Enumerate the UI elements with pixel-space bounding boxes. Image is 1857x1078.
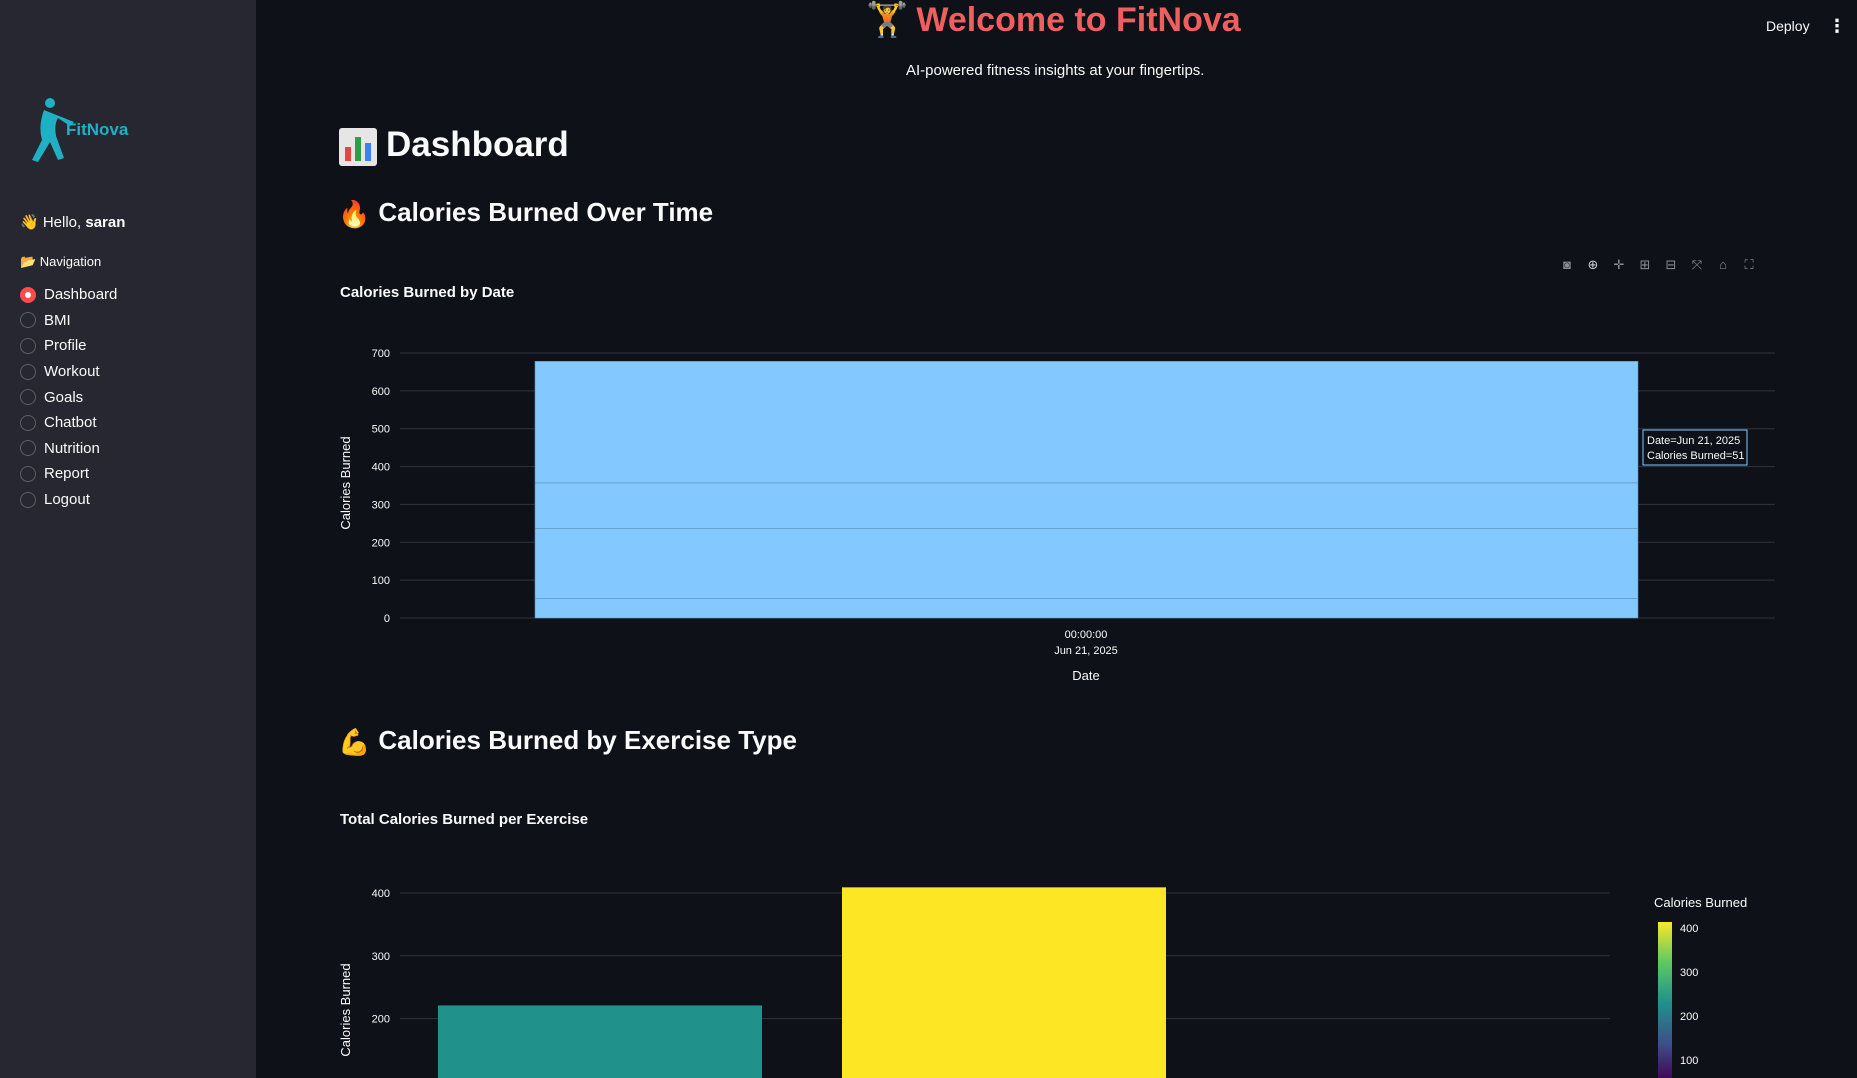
- x-tick-date: Jun 21, 2025: [1054, 645, 1118, 657]
- radio-icon[interactable]: [20, 389, 36, 406]
- bar-segment[interactable]: [534, 361, 1639, 484]
- radio-icon[interactable]: [20, 312, 36, 329]
- nav-item-goals[interactable]: Goals: [20, 384, 117, 410]
- nav-item-label: Workout: [44, 363, 100, 381]
- zoom-icon[interactable]: ⊕: [1584, 256, 1602, 274]
- zoom-out-icon[interactable]: ⊟: [1662, 256, 1680, 274]
- colorbar-tick-label: 300: [1680, 967, 1698, 979]
- radio-icon[interactable]: [20, 363, 36, 380]
- username: saran: [85, 214, 126, 231]
- nav-item-chatbot[interactable]: Chatbot: [20, 410, 117, 436]
- hover-tooltip: Date=Jun 21, 2025 Calories Burned=51: [1642, 429, 1748, 466]
- colorbar-title: Calories Burned: [1654, 895, 1747, 910]
- dashboard-heading-text: Dashboard: [386, 125, 569, 164]
- app-title-text: Welcome to FitNova: [916, 1, 1241, 39]
- exercise-bar[interactable]: [842, 887, 1166, 1078]
- fullscreen-icon[interactable]: ⛶: [1740, 256, 1758, 274]
- nav-item-label: Logout: [44, 491, 90, 509]
- logo-text: FitNova: [66, 120, 129, 139]
- nav-item-label: Profile: [44, 337, 87, 355]
- tagline: AI-powered fitness insights at your fing…: [906, 62, 1205, 79]
- y-tick-label: 0: [384, 613, 390, 625]
- colorbar: [1658, 922, 1672, 1078]
- y-tick-label: 600: [372, 386, 390, 398]
- dashboard-heading: Dashboard: [338, 125, 569, 167]
- nav-item-report[interactable]: Report: [20, 461, 117, 487]
- radio-icon[interactable]: [20, 465, 36, 482]
- greeting: 👋 Hello, saran: [20, 213, 125, 231]
- nav-item-label: Report: [44, 465, 90, 483]
- nav-item-label: Dashboard: [44, 286, 118, 304]
- pan-icon[interactable]: ✛: [1610, 256, 1628, 274]
- colorbar-tick-label: 400: [1680, 923, 1698, 935]
- app-title: 🏋️ Welcome to FitNova: [866, 0, 1241, 40]
- y-tick-label: 400: [372, 888, 390, 900]
- y-tick-label: 400: [372, 462, 390, 474]
- radio-icon[interactable]: [20, 337, 36, 354]
- y-tick-label: 500: [372, 424, 390, 436]
- nav-item-label: Chatbot: [44, 414, 97, 432]
- y-axis-label: Calories Burned: [338, 436, 353, 529]
- nav-radio-group: Dashboard BMI Profile Workout Goals Chat…: [20, 282, 117, 512]
- nav-item-label: Goals: [44, 388, 84, 406]
- colorbar-tick-label: 100: [1680, 1055, 1698, 1067]
- y-tick-label: 300: [372, 951, 390, 963]
- bar-segment[interactable]: [534, 598, 1639, 619]
- bar-chart-icon: [339, 127, 377, 166]
- chart-toolbar: ◙ ⊕ ✛ ⊞ ⊟ ⤧ ⌂ ⛶: [1558, 256, 1758, 274]
- radio-icon[interactable]: [20, 440, 36, 457]
- nav-item-profile[interactable]: Profile: [20, 333, 117, 359]
- nav-item-label: Nutrition: [44, 439, 100, 457]
- weightlifter-icon: 🏋️: [866, 1, 909, 39]
- chart2-title: Total Calories Burned per Exercise: [340, 811, 589, 828]
- y-tick-label: 200: [372, 1014, 390, 1026]
- autoscale-icon[interactable]: ⤧: [1688, 256, 1706, 274]
- exercise-bar[interactable]: [438, 1005, 762, 1078]
- chart2-plot[interactable]: 200 300 400 Calories Burned Calories Burne…: [330, 870, 1770, 1078]
- tooltip-line1: Date=Jun 21, 2025: [1647, 435, 1740, 447]
- chart1-plot[interactable]: 0 100 200 300 400 500 600 700 00:00:00 Jun 21, …: [330, 330, 1790, 690]
- sidebar: FitNova 👋 Hello, saran 📂 Navigation Dash…: [0, 0, 256, 1078]
- chart1-title: Calories Burned by Date: [340, 284, 515, 301]
- colorbar-tick-label: 200: [1680, 1011, 1698, 1023]
- section2-heading: 💪 Calories Burned by Exercise Type: [338, 725, 797, 758]
- y-tick-label: 700: [372, 348, 390, 360]
- fire-icon: 🔥: [338, 198, 371, 229]
- y-tick-label: 200: [372, 537, 390, 549]
- x-tick-time: 00:00:00: [1065, 629, 1108, 641]
- deploy-button[interactable]: Deploy: [1766, 18, 1810, 34]
- greeting-prefix: 👋 Hello,: [20, 214, 86, 231]
- section1-heading: 🔥 Calories Burned Over Time: [338, 197, 713, 230]
- reset-axes-icon[interactable]: ⌂: [1714, 256, 1732, 274]
- y-tick-label: 100: [372, 575, 390, 587]
- nav-title: 📂 Navigation: [20, 254, 102, 269]
- nav-item-label: BMI: [44, 311, 71, 329]
- nav-item-workout[interactable]: Workout: [20, 359, 117, 385]
- y-axis-label: Calories Burned: [338, 963, 353, 1056]
- section2-heading-text: Calories Burned by Exercise Type: [378, 725, 797, 755]
- radio-icon[interactable]: [20, 414, 36, 431]
- section1-heading-text: Calories Burned Over Time: [378, 197, 714, 227]
- more-vertical-icon[interactable]: ⋮: [1828, 16, 1846, 36]
- nav-item-logout[interactable]: Logout: [20, 487, 117, 513]
- nav-item-dashboard[interactable]: Dashboard: [20, 282, 117, 308]
- radio-selected-icon[interactable]: [20, 286, 36, 303]
- nav-item-nutrition[interactable]: Nutrition: [20, 436, 117, 462]
- tooltip-line2: Calories Burned=51: [1647, 450, 1745, 462]
- camera-icon[interactable]: ◙: [1558, 256, 1576, 274]
- bar-segment[interactable]: [534, 482, 1639, 529]
- bar-segment[interactable]: [534, 527, 1639, 599]
- flexed-bicep-icon: 💪: [338, 726, 371, 757]
- x-axis-label: Date: [1072, 668, 1099, 683]
- nav-item-bmi[interactable]: BMI: [20, 308, 117, 334]
- y-tick-label: 300: [372, 499, 390, 511]
- radio-icon[interactable]: [20, 491, 36, 508]
- zoom-in-icon[interactable]: ⊞: [1636, 256, 1654, 274]
